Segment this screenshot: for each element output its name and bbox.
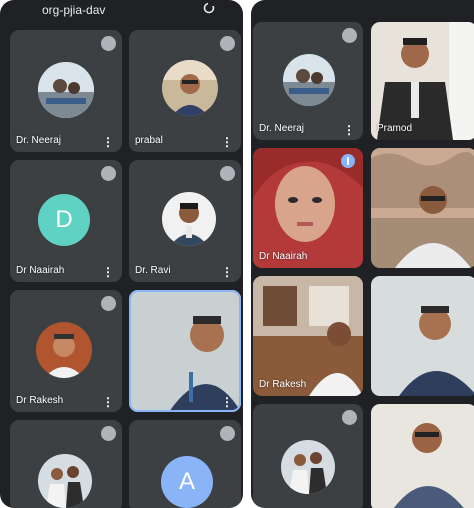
- participant-tile[interactable]: Dr. Ravi ⋮: [129, 160, 241, 282]
- participant-video-tile[interactable]: ⋮: [129, 290, 241, 412]
- pin-icon[interactable]: [220, 166, 235, 181]
- participant-avatar: D: [38, 194, 90, 246]
- more-options-icon[interactable]: ⋮: [102, 396, 114, 408]
- participant-tile[interactable]: A: [129, 420, 241, 508]
- participant-tile[interactable]: Dr. Neeraj ⋮: [253, 22, 363, 140]
- pin-icon[interactable]: [342, 410, 357, 425]
- participant-video-tile[interactable]: [371, 404, 474, 508]
- participant-tile[interactable]: [10, 420, 122, 508]
- participant-video: [371, 148, 474, 268]
- participant-avatar: [38, 454, 92, 508]
- participant-name: Dr Rakesh: [259, 379, 307, 390]
- participant-avatar: [162, 60, 218, 116]
- participant-video: [129, 290, 241, 412]
- participant-tile[interactable]: D Dr Naairah ⋮: [10, 160, 122, 282]
- top-bar: org-pjia-dav: [0, 0, 243, 22]
- participant-video-tile[interactable]: Dr Naairah: [253, 148, 363, 268]
- participant-video-tile[interactable]: Pramod: [371, 22, 474, 140]
- avatar-letter: A: [178, 468, 195, 495]
- participant-name: Dr Naairah: [16, 265, 65, 276]
- participant-avatar: [36, 322, 92, 378]
- pin-icon[interactable]: [220, 426, 235, 441]
- pin-icon[interactable]: [101, 36, 116, 51]
- more-options-icon[interactable]: ⋮: [343, 124, 355, 136]
- left-meeting-screen: org-pjia-dav Dr. Neeraj ⋮ prabal ⋮ D Dr …: [0, 0, 243, 508]
- participant-video: [253, 276, 363, 396]
- participant-name: Dr Rakesh: [16, 395, 64, 406]
- pin-icon[interactable]: [101, 426, 116, 441]
- participant-video: [371, 404, 474, 508]
- participant-name: Dr. Neeraj: [259, 123, 305, 134]
- right-meeting-screen: Dr. Neeraj ⋮ Pramod Dr Naairah Dr Rakesh: [251, 0, 474, 508]
- participant-avatar: [38, 62, 94, 118]
- participant-avatar: A: [161, 456, 213, 508]
- participant-tile[interactable]: prabal ⋮: [129, 30, 241, 152]
- participant-video-tile[interactable]: [371, 276, 474, 396]
- pin-icon[interactable]: [101, 296, 116, 311]
- participant-avatar: [283, 54, 335, 106]
- pin-icon[interactable]: [220, 36, 235, 51]
- participant-avatar: [162, 192, 216, 246]
- pin-icon[interactable]: [101, 166, 116, 181]
- speaking-indicator-icon: [341, 154, 355, 168]
- more-options-icon[interactable]: ⋮: [221, 396, 233, 408]
- participant-video-tile[interactable]: Dr Rakesh: [253, 276, 363, 396]
- participant-avatar: [281, 440, 335, 494]
- participant-name: Pramod: [377, 123, 413, 134]
- participant-name: Dr Naairah: [259, 251, 308, 262]
- participant-tile[interactable]: Dr. Neeraj ⋮: [10, 30, 122, 152]
- switch-camera-icon[interactable]: [203, 2, 215, 14]
- participant-tile[interactable]: [253, 404, 363, 508]
- participant-video: [371, 276, 474, 396]
- more-options-icon[interactable]: ⋮: [221, 136, 233, 148]
- participant-name: Dr. Ravi: [135, 265, 171, 276]
- more-options-icon[interactable]: ⋮: [102, 136, 114, 148]
- avatar-letter: D: [55, 206, 73, 233]
- participant-name: prabal: [135, 135, 163, 146]
- more-options-icon[interactable]: ⋮: [102, 266, 114, 278]
- pin-icon[interactable]: [342, 28, 357, 43]
- meeting-title: org-pjia-dav: [42, 3, 106, 17]
- participant-tile[interactable]: Dr Rakesh ⋮: [10, 290, 122, 412]
- more-options-icon[interactable]: ⋮: [221, 266, 233, 278]
- participant-name: Dr. Neeraj: [16, 135, 62, 146]
- participant-video-tile[interactable]: [371, 148, 474, 268]
